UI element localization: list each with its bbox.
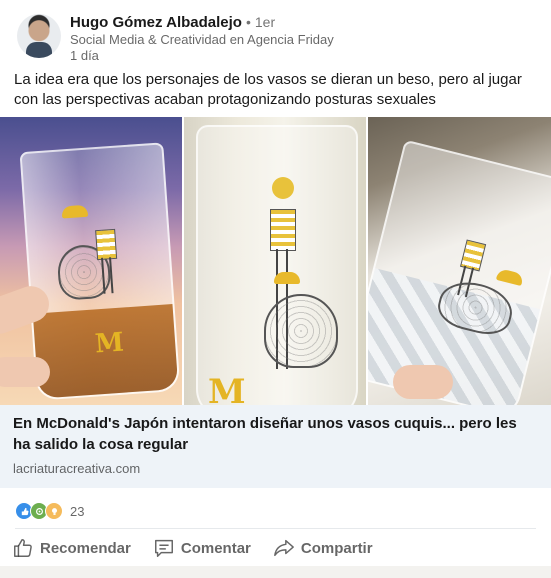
comment-icon <box>153 537 175 559</box>
reaction-count[interactable]: 23 <box>70 504 84 519</box>
post-text: La idea era que los personajes de los va… <box>14 71 522 108</box>
post-header: Hugo Gómez Albadalejo • 1er Social Media… <box>0 0 551 68</box>
feed-post: Hugo Gómez Albadalejo • 1er Social Media… <box>0 0 551 578</box>
link-domain: lacriaturacreativa.com <box>13 461 141 476</box>
share-button[interactable]: Compartir <box>261 533 383 563</box>
cup-illustration: M <box>196 125 358 405</box>
share-label: Compartir <box>300 539 373 557</box>
post-images[interactable]: M M <box>0 117 551 405</box>
connection-degree: 1er <box>254 14 276 30</box>
divider <box>15 528 536 529</box>
post-image-3[interactable] <box>368 117 551 405</box>
cup-illustration <box>368 139 551 405</box>
post-time: 1 día <box>70 48 99 63</box>
like-label: Recomendar <box>40 539 131 557</box>
comment-label: Comentar <box>180 539 251 557</box>
post-image-1[interactable]: M <box>0 117 182 405</box>
separator-dot: • <box>245 14 251 30</box>
insightful-icon <box>45 502 63 520</box>
feed-gap <box>0 566 551 578</box>
author-name-row: Hugo Gómez Albadalejo • 1er <box>70 12 275 32</box>
author-name[interactable]: Hugo Gómez Albadalejo <box>70 14 242 31</box>
social-actions: Recomendar Comentar Compartir <box>0 533 383 563</box>
reactions-summary[interactable]: 23 <box>15 501 84 521</box>
comment-button[interactable]: Comentar <box>141 533 261 563</box>
link-title[interactable]: En McDonald's Japón intentaron diseñar u… <box>13 413 533 455</box>
thumbs-up-icon <box>12 537 34 559</box>
link-preview[interactable]: En McDonald's Japón intentaron diseñar u… <box>0 405 551 488</box>
like-button[interactable]: Recomendar <box>0 533 141 563</box>
post-image-2[interactable]: M <box>184 117 366 405</box>
author-headline: Social Media & Creatividad en Agencia Fr… <box>70 32 334 47</box>
share-icon <box>273 537 295 559</box>
author-avatar[interactable] <box>17 14 61 58</box>
